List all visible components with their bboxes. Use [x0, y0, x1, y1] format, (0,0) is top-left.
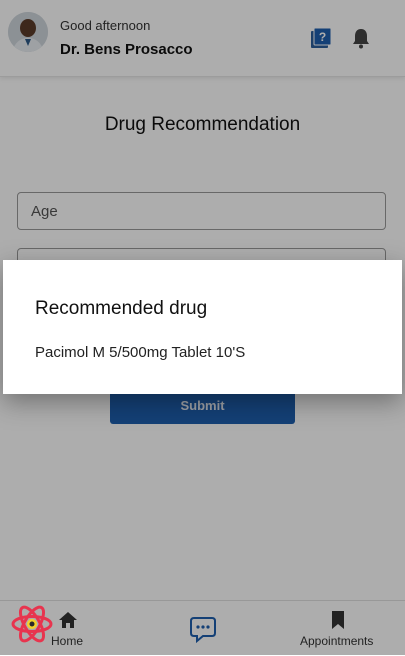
dialog-title: Recommended drug: [35, 298, 208, 319]
recommended-drug-text: Pacimol M 5/500mg Tablet 10'S: [35, 344, 246, 361]
recommendation-dialog: Recommended drug Pacimol M 5/500mg Table…: [3, 260, 402, 394]
react-logo-icon[interactable]: [11, 603, 53, 645]
